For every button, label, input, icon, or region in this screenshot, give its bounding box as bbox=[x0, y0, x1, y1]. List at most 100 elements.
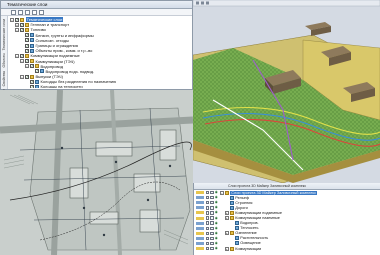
add-layer-icon[interactable] bbox=[11, 9, 16, 15]
expand-toggle-icon[interactable]: + bbox=[15, 22, 19, 27]
visibility-eye-icon[interactable]: ◉ bbox=[215, 246, 219, 250]
building bbox=[95, 141, 133, 157]
filter-icon[interactable] bbox=[25, 9, 30, 15]
visibility-checkbox[interactable]: ✓ bbox=[20, 53, 24, 58]
layer-row[interactable]: ◉ + Коммуникации bbox=[194, 246, 380, 251]
plan-view[interactable] bbox=[0, 90, 193, 255]
lock-icon[interactable] bbox=[206, 211, 210, 215]
layer-color-swatch[interactable] bbox=[196, 216, 204, 220]
layer-color-swatch[interactable] bbox=[196, 211, 204, 215]
visibility-eye-icon[interactable]: ◉ bbox=[215, 231, 219, 235]
header-name: Слои проекта 3D Майкер Заливочный компле… bbox=[228, 184, 307, 188]
snap-icon[interactable] bbox=[210, 236, 214, 241]
snap-icon[interactable] bbox=[210, 246, 214, 251]
side-tab[interactable]: Тематические слои bbox=[2, 19, 6, 50]
visibility-checkbox[interactable]: ✓ bbox=[35, 69, 39, 74]
expand-toggle-icon[interactable]: − bbox=[10, 17, 14, 22]
visibility-checkbox[interactable]: ✓ bbox=[25, 59, 29, 64]
snap-icon[interactable] bbox=[210, 201, 214, 205]
snap-icon[interactable] bbox=[210, 226, 214, 230]
visibility-eye-icon[interactable]: ◉ bbox=[215, 200, 219, 204]
visibility-checkbox[interactable]: ✓ bbox=[15, 17, 19, 22]
layer-color-swatch[interactable] bbox=[196, 206, 204, 210]
layer-icon bbox=[234, 236, 239, 241]
visibility-eye-icon[interactable]: ◉ bbox=[215, 211, 219, 215]
visibility-eye-icon[interactable]: ◉ bbox=[215, 190, 219, 194]
visibility-checkbox[interactable]: ✓ bbox=[30, 79, 34, 84]
visibility-eye-icon[interactable]: ◉ bbox=[215, 221, 219, 225]
lock-icon[interactable] bbox=[206, 221, 210, 225]
expand-toggle-icon[interactable]: − bbox=[219, 190, 224, 195]
refresh-icon[interactable] bbox=[39, 9, 44, 15]
lock-icon[interactable] bbox=[206, 201, 210, 205]
lock-icon[interactable] bbox=[206, 236, 210, 241]
properties-icon[interactable] bbox=[32, 9, 37, 15]
expand-toggle-icon[interactable]: + bbox=[224, 231, 229, 236]
snap-icon[interactable] bbox=[210, 221, 214, 225]
side-tab[interactable]: Свойства bbox=[2, 71, 6, 86]
layer-color-swatch[interactable] bbox=[196, 247, 204, 251]
layer-icon bbox=[30, 33, 34, 38]
expand-toggle-icon[interactable]: − bbox=[15, 53, 19, 58]
expand-toggle-icon[interactable]: − bbox=[20, 59, 24, 64]
expand-toggle-icon[interactable]: − bbox=[20, 74, 24, 79]
remove-layer-icon[interactable] bbox=[18, 9, 23, 15]
visibility-checkbox[interactable]: ✓ bbox=[30, 64, 34, 69]
snap-icon[interactable] bbox=[210, 216, 214, 220]
visibility-checkbox[interactable]: ✓ bbox=[25, 74, 29, 79]
expand-toggle-icon[interactable]: + bbox=[224, 246, 229, 251]
lock-icon[interactable] bbox=[206, 190, 210, 195]
building bbox=[139, 209, 161, 233]
visibility-checkbox[interactable]: ✓ bbox=[30, 85, 34, 88]
snap-icon[interactable] bbox=[210, 195, 214, 200]
tree-item[interactable]: ✓ Колодцы на теплосети bbox=[10, 84, 190, 88]
visibility-eye-icon[interactable]: ◉ bbox=[215, 195, 219, 199]
layer-color-swatch[interactable] bbox=[196, 226, 204, 230]
visibility-checkbox[interactable]: ✓ bbox=[20, 22, 24, 27]
expand-toggle-icon[interactable]: + bbox=[224, 216, 229, 221]
expand-toggle-icon[interactable]: + bbox=[224, 210, 229, 215]
visibility-eye-icon[interactable]: ◉ bbox=[215, 241, 219, 245]
expand-toggle-icon[interactable]: − bbox=[15, 27, 19, 32]
side-tab[interactable]: Объекты bbox=[2, 53, 6, 67]
visibility-checkbox[interactable]: ✓ bbox=[25, 38, 29, 43]
layer-icon bbox=[35, 85, 39, 88]
layer-icon bbox=[30, 38, 34, 43]
lock-icon[interactable] bbox=[206, 241, 210, 246]
visibility-eye-icon[interactable]: ◉ bbox=[215, 216, 219, 220]
lock-icon[interactable] bbox=[206, 231, 210, 235]
visibility-eye-icon[interactable]: ◉ bbox=[215, 206, 219, 210]
visibility-eye-icon[interactable]: ◉ bbox=[215, 226, 219, 230]
3d-scene bbox=[193, 0, 380, 183]
layer-color-swatch[interactable] bbox=[196, 196, 204, 200]
visibility-checkbox[interactable]: ✓ bbox=[25, 48, 29, 53]
expand-toggle-icon[interactable]: − bbox=[25, 64, 29, 69]
snap-icon[interactable] bbox=[210, 211, 214, 215]
layer-color-swatch[interactable] bbox=[196, 236, 204, 240]
snap-icon[interactable] bbox=[210, 206, 214, 210]
layer-color-swatch[interactable] bbox=[196, 231, 204, 235]
snap-icon[interactable] bbox=[210, 231, 214, 235]
snap-icon[interactable] bbox=[210, 241, 214, 246]
visibility-checkbox[interactable]: ✓ bbox=[25, 43, 29, 48]
folder-icon bbox=[229, 216, 234, 221]
lock-icon[interactable] bbox=[206, 206, 210, 210]
layer-color-swatch[interactable] bbox=[196, 201, 204, 205]
lock-icon[interactable] bbox=[206, 246, 210, 251]
lock-icon[interactable] bbox=[206, 195, 210, 200]
layer-color-swatch[interactable] bbox=[196, 221, 204, 225]
lock-icon[interactable] bbox=[206, 216, 210, 220]
layer-color-swatch[interactable] bbox=[196, 241, 204, 245]
3d-scene-view[interactable] bbox=[193, 0, 380, 183]
lock-icon[interactable] bbox=[206, 226, 210, 230]
visibility-eye-icon[interactable]: ◉ bbox=[215, 236, 219, 240]
snap-icon[interactable] bbox=[210, 190, 214, 195]
visibility-checkbox[interactable]: ✓ bbox=[20, 27, 24, 32]
visibility-checkbox[interactable]: ✓ bbox=[25, 33, 29, 38]
layer-color-swatch[interactable] bbox=[196, 191, 204, 195]
